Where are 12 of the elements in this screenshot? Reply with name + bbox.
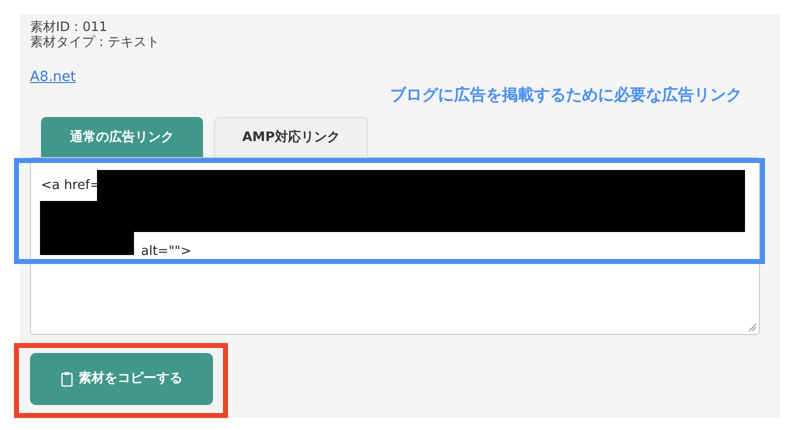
tab[interactable]: 通常の広告リンク [41,116,203,157]
code-field[interactable]: <a href= alt=""> [30,156,760,335]
code-text: alt=""> [140,242,192,261]
clipboard-icon [60,370,72,387]
annotation-text: ブログに広告を掲載するために必要な広告リンク [390,84,743,106]
material-type-text: 素材タイプ : テキスト [30,36,161,51]
material-id-text: 素材ID : 011 [30,21,108,35]
tab[interactable]: AMP対応リンク [214,116,368,157]
advertiser-link[interactable]: A8.net [30,66,76,88]
code-text: <a href= [41,176,102,195]
resize-grip-icon[interactable] [748,322,757,332]
copy-button[interactable]: 素材をコピーする [30,352,213,405]
